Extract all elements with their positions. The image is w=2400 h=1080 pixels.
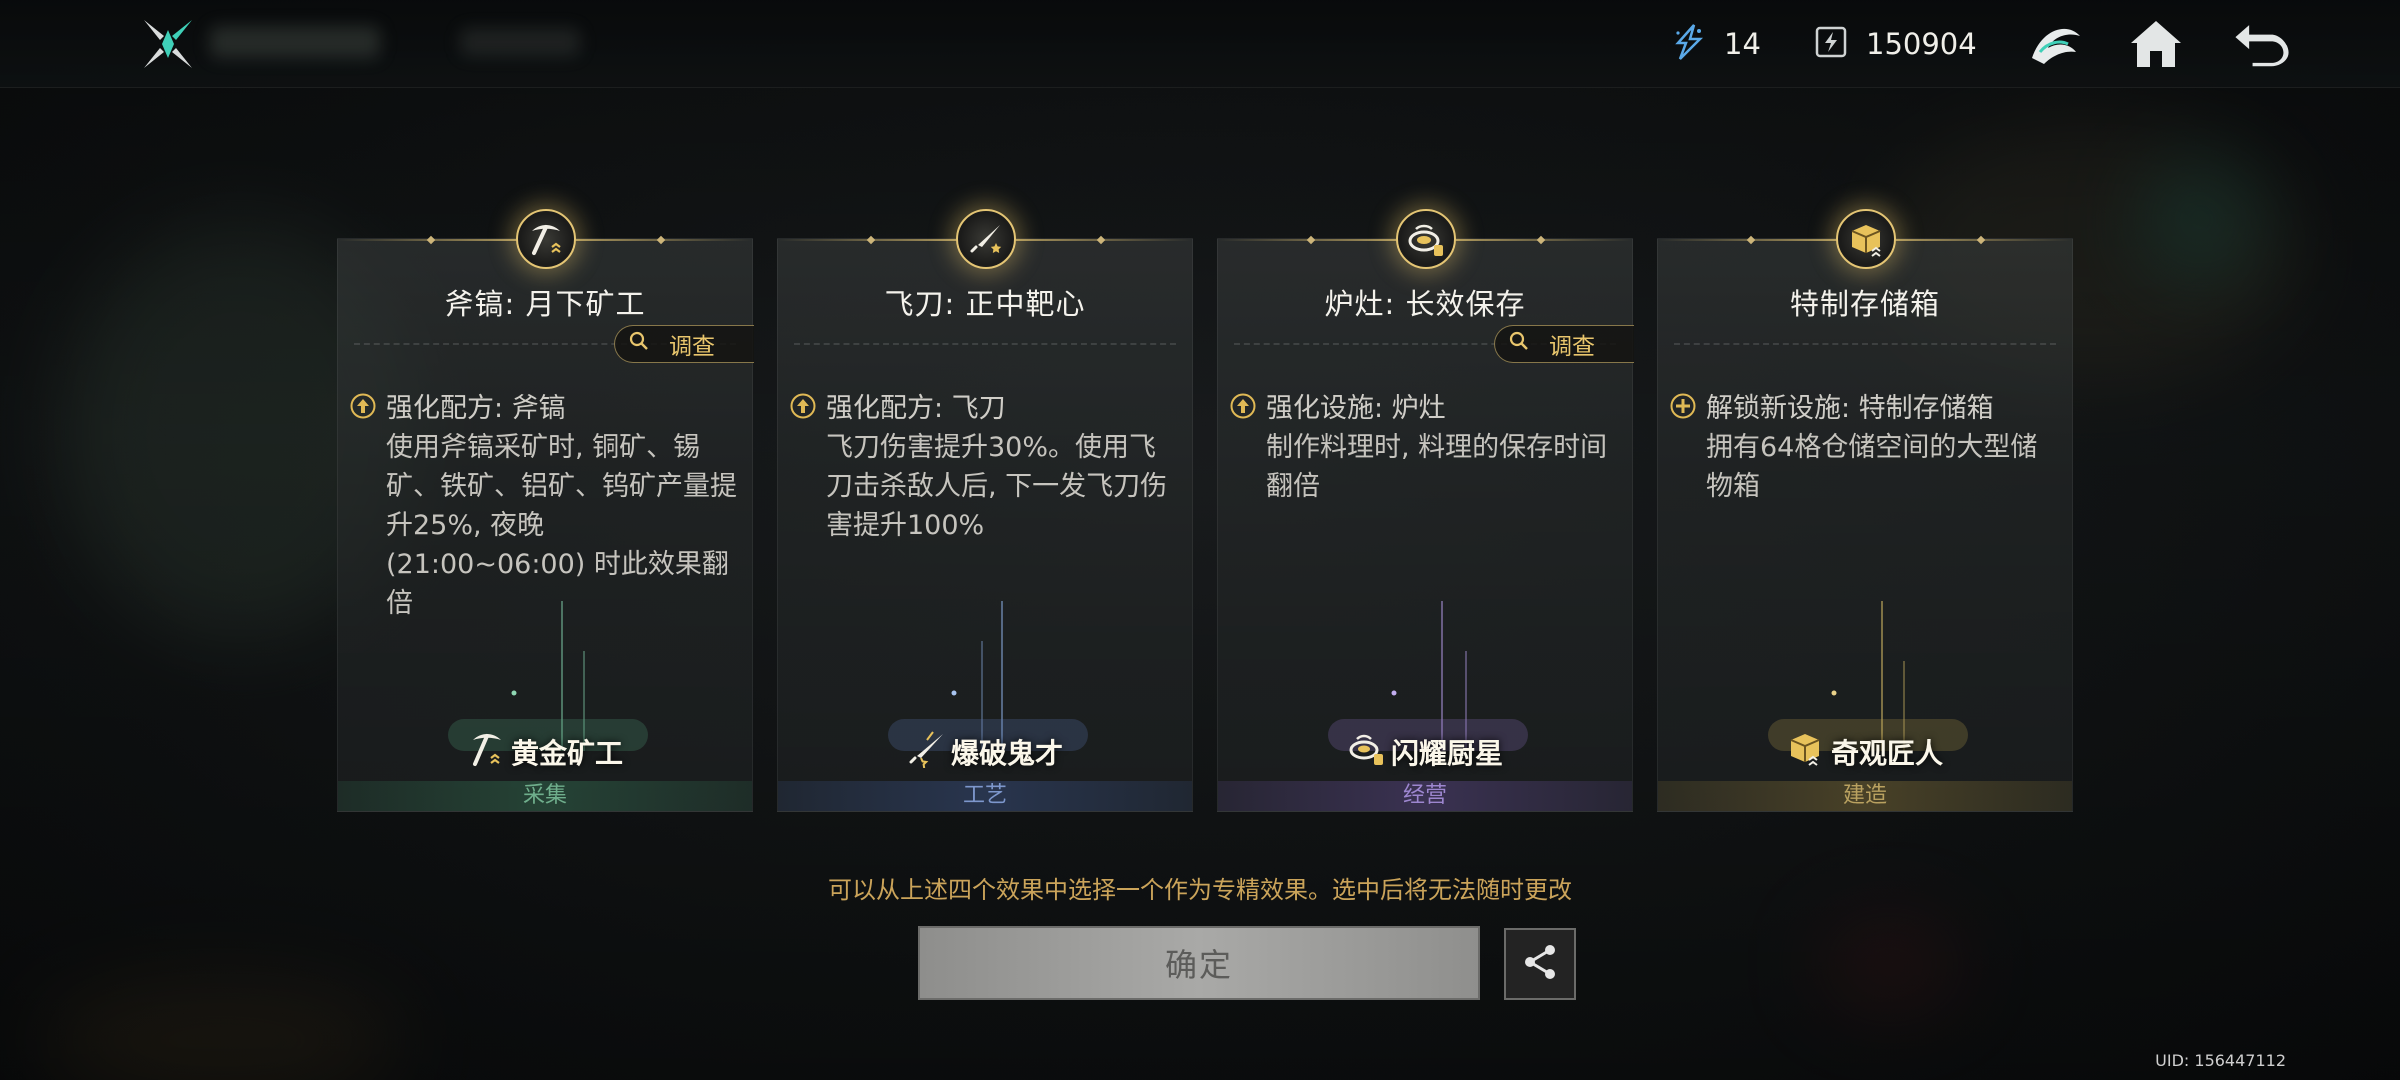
talent-label: 奇观匠人	[1830, 736, 1943, 770]
energy-value: 14	[1724, 27, 1761, 61]
top-bar: 14 150904	[0, 0, 2400, 88]
pickaxe-icon	[516, 209, 576, 269]
throwing-knife-icon	[907, 728, 947, 775]
throwing-knife-icon	[956, 209, 1016, 269]
effect-body: 拥有64格仓储空间的大型储物箱	[1706, 432, 2038, 502]
game-logo-icon[interactable]	[140, 16, 196, 72]
category-label: 建造	[1658, 781, 2072, 811]
effect-head: 解锁新设施: 特制存储箱	[1706, 393, 1994, 424]
effect-description: 强化设施: 炉灶 制作料理时, 料理的保存时间翻倍	[1230, 389, 1618, 506]
talent-label: 闪耀厨星	[1390, 736, 1503, 770]
specialization-card-mining[interactable]: 斧镐: 月下矿工 调查 强化配方: 斧镐 使用斧镐采矿时, 铜矿、锡矿、铁矿、铝…	[337, 209, 754, 812]
selection-hint: 可以从上述四个效果中选择一个作为专精效果。选中后将无法随时更改	[828, 876, 1572, 904]
energy-crystal-icon	[1672, 23, 1706, 65]
investigate-button[interactable]: 调查	[1494, 325, 1634, 363]
effect-description: 强化配方: 飞刀 飞刀伤害提升30%。使用飞刀击杀敌人后, 下一发飞刀伤害提升1…	[790, 389, 1178, 545]
confirm-button[interactable]: 确定	[918, 926, 1480, 1000]
effect-body: 使用斧镐采矿时, 铜矿、锡矿、铁矿、铝矿、钨矿产量提升25%, 夜晚 (21:0…	[386, 432, 737, 619]
unlock-plus-icon	[1670, 393, 1696, 419]
energy-currency: 14	[1672, 22, 1761, 66]
talent-name: 爆破鬼才	[778, 728, 1192, 775]
talent-label: 黄金矿工	[510, 736, 623, 770]
token-value: 150904	[1866, 27, 1977, 61]
effect-head: 强化配方: 斧镐	[386, 393, 566, 424]
card-title: 飞刀: 正中靶心	[884, 287, 1086, 321]
category-label: 工艺	[778, 781, 1192, 811]
share-button[interactable]	[1504, 928, 1576, 1000]
category-label: 经营	[1218, 781, 1632, 811]
specialization-card-craft[interactable]: 飞刀: 正中靶心 强化配方: 飞刀 飞刀伤害提升30%。使用飞刀击杀敌人后, 下…	[777, 209, 1193, 812]
upgrade-arrow-icon	[350, 393, 376, 419]
stove-icon	[1396, 209, 1456, 269]
specialization-card-build[interactable]: 特制存储箱 解锁新设施: 特制存储箱 拥有64格仓储空间的大型储物箱 奇观匠人 …	[1657, 209, 2073, 812]
storage-box-icon	[1787, 728, 1827, 775]
blurred-title	[210, 26, 380, 58]
faction-emblem-icon[interactable]	[2026, 14, 2086, 74]
card-title: 斧镐: 月下矿工	[444, 287, 646, 321]
token-currency: 150904	[1814, 22, 1977, 66]
effect-body: 制作料理时, 料理的保存时间翻倍	[1266, 432, 1608, 502]
effect-head: 强化配方: 飞刀	[826, 393, 1006, 424]
upgrade-arrow-icon	[790, 393, 816, 419]
search-icon	[629, 331, 649, 357]
blurred-subtitle	[460, 28, 580, 56]
token-icon	[1814, 25, 1848, 63]
effect-head: 强化设施: 炉灶	[1266, 393, 1446, 424]
card-title: 炉灶: 长效保存	[1324, 287, 1526, 321]
talent-name: 黄金矿工	[338, 728, 752, 775]
talent-name: 闪耀厨星	[1218, 728, 1632, 775]
share-icon	[1520, 942, 1560, 986]
storage-box-icon	[1836, 209, 1896, 269]
effect-description: 解锁新设施: 特制存储箱 拥有64格仓储空间的大型储物箱	[1670, 389, 2058, 506]
divider	[794, 343, 1176, 345]
category-label: 采集	[338, 781, 752, 811]
pickaxe-icon	[467, 728, 507, 775]
investigate-label: 调查	[1549, 334, 1595, 360]
investigate-label: 调查	[669, 334, 715, 360]
effect-body: 飞刀伤害提升30%。使用飞刀击杀敌人后, 下一发飞刀伤害提升100%	[826, 432, 1168, 541]
divider	[1674, 343, 2056, 345]
specialization-card-business[interactable]: 炉灶: 长效保存 调查 强化设施: 炉灶 制作料理时, 料理的保存时间翻倍 闪耀…	[1217, 209, 1634, 812]
search-icon	[1509, 331, 1529, 357]
talent-label: 爆破鬼才	[950, 736, 1063, 770]
user-id: UID: 156447112	[2155, 1051, 2286, 1070]
investigate-button[interactable]: 调查	[614, 325, 754, 363]
home-icon[interactable]	[2126, 14, 2186, 74]
card-title: 特制存储箱	[1789, 287, 1940, 321]
talent-name: 奇观匠人	[1658, 728, 2072, 775]
stove-icon	[1347, 728, 1387, 775]
upgrade-arrow-icon	[1230, 393, 1256, 419]
back-icon[interactable]	[2232, 14, 2292, 74]
effect-description: 强化配方: 斧镐 使用斧镐采矿时, 铜矿、锡矿、铁矿、铝矿、钨矿产量提升25%,…	[350, 389, 738, 623]
